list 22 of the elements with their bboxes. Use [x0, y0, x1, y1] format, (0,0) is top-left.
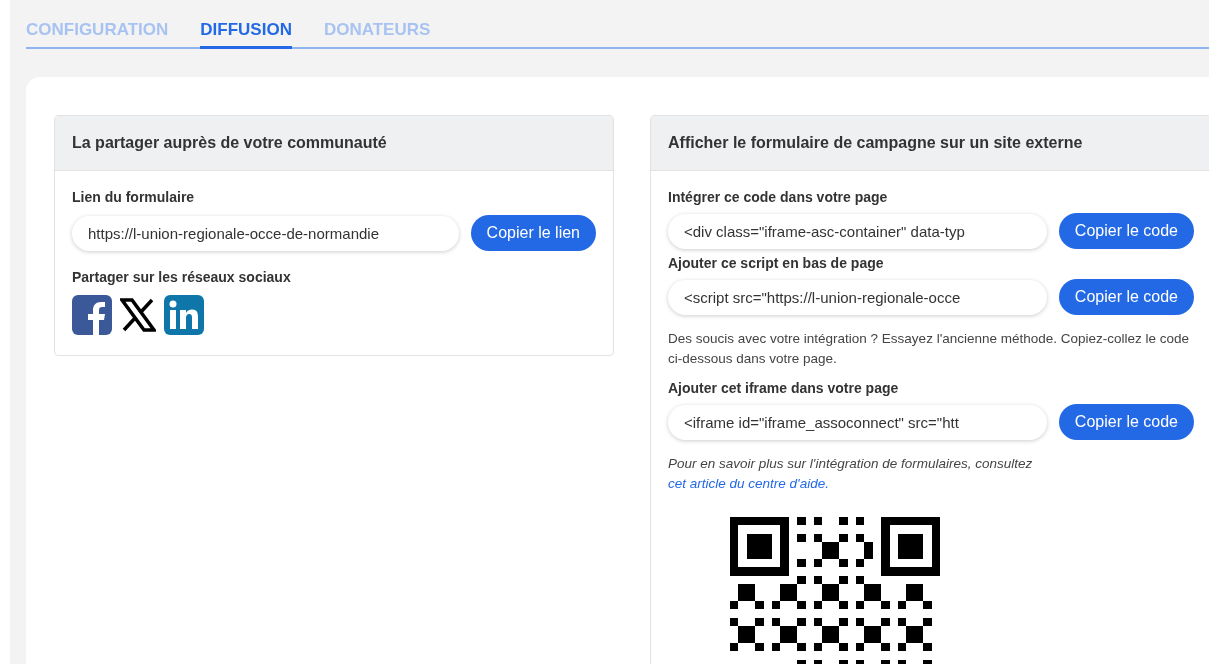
code-field[interactable]: <iframe id="iframe_assoconnect" src="htt [668, 404, 1047, 440]
field-label: Lien du formulaire [72, 189, 196, 205]
social-label: Partager sur les réseaux sociaux [72, 269, 292, 285]
copy-link-button[interactable]: Copier le lien [470, 215, 596, 251]
copy-code-button[interactable]: Copier le code [1058, 213, 1194, 249]
x-logo-icon[interactable] [120, 297, 156, 333]
field-label: Intégrer ce code dans votre page [668, 189, 889, 205]
panel-title: La partager auprès de votre communauté [55, 116, 613, 171]
facebook-icon[interactable] [72, 295, 112, 335]
help-article-link[interactable]: cet article du centre d'aide. [668, 475, 829, 491]
tab[interactable]: DIFFUSION [200, 18, 292, 49]
code-field[interactable]: <div class="iframe-asc-container" data-typ [668, 213, 1047, 249]
field-label: Ajouter cet iframe dans votre page [668, 380, 900, 397]
field-label: Ajouter ce script en bas de page [668, 255, 885, 271]
copy-code-button[interactable]: Copier le code [1058, 279, 1194, 315]
copy-code-button[interactable]: Copier le code [1058, 404, 1194, 441]
code-field[interactable]: <script src="https://l-union-regionale-occe [668, 279, 1047, 315]
help-text: Pour en savoir plus sur l'intégration de formulaires, consultez cet article du centre d'aide. [668, 455, 1034, 493]
linkedin-icon[interactable] [164, 295, 204, 335]
link-field[interactable]: https://l-union-regionale-occe-de-normandie [72, 215, 459, 251]
help-note: Des soucis avec votre intégration ? Essayez l'ancienne méthode. Copiez-collez le code ci-dessous dans votre page. [668, 330, 1191, 368]
panel-title: Afficher le formulaire de campagne sur un site externe [651, 116, 1209, 171]
